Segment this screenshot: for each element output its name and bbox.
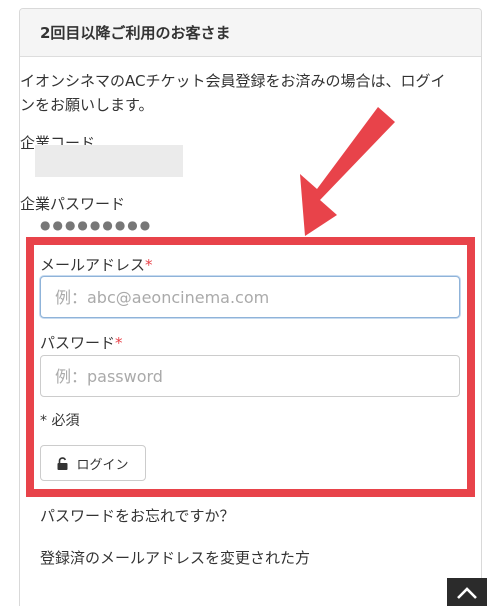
arrow-annotation [300,107,395,236]
back-to-top-button[interactable] [447,578,487,606]
chevron-up-icon [455,585,479,605]
